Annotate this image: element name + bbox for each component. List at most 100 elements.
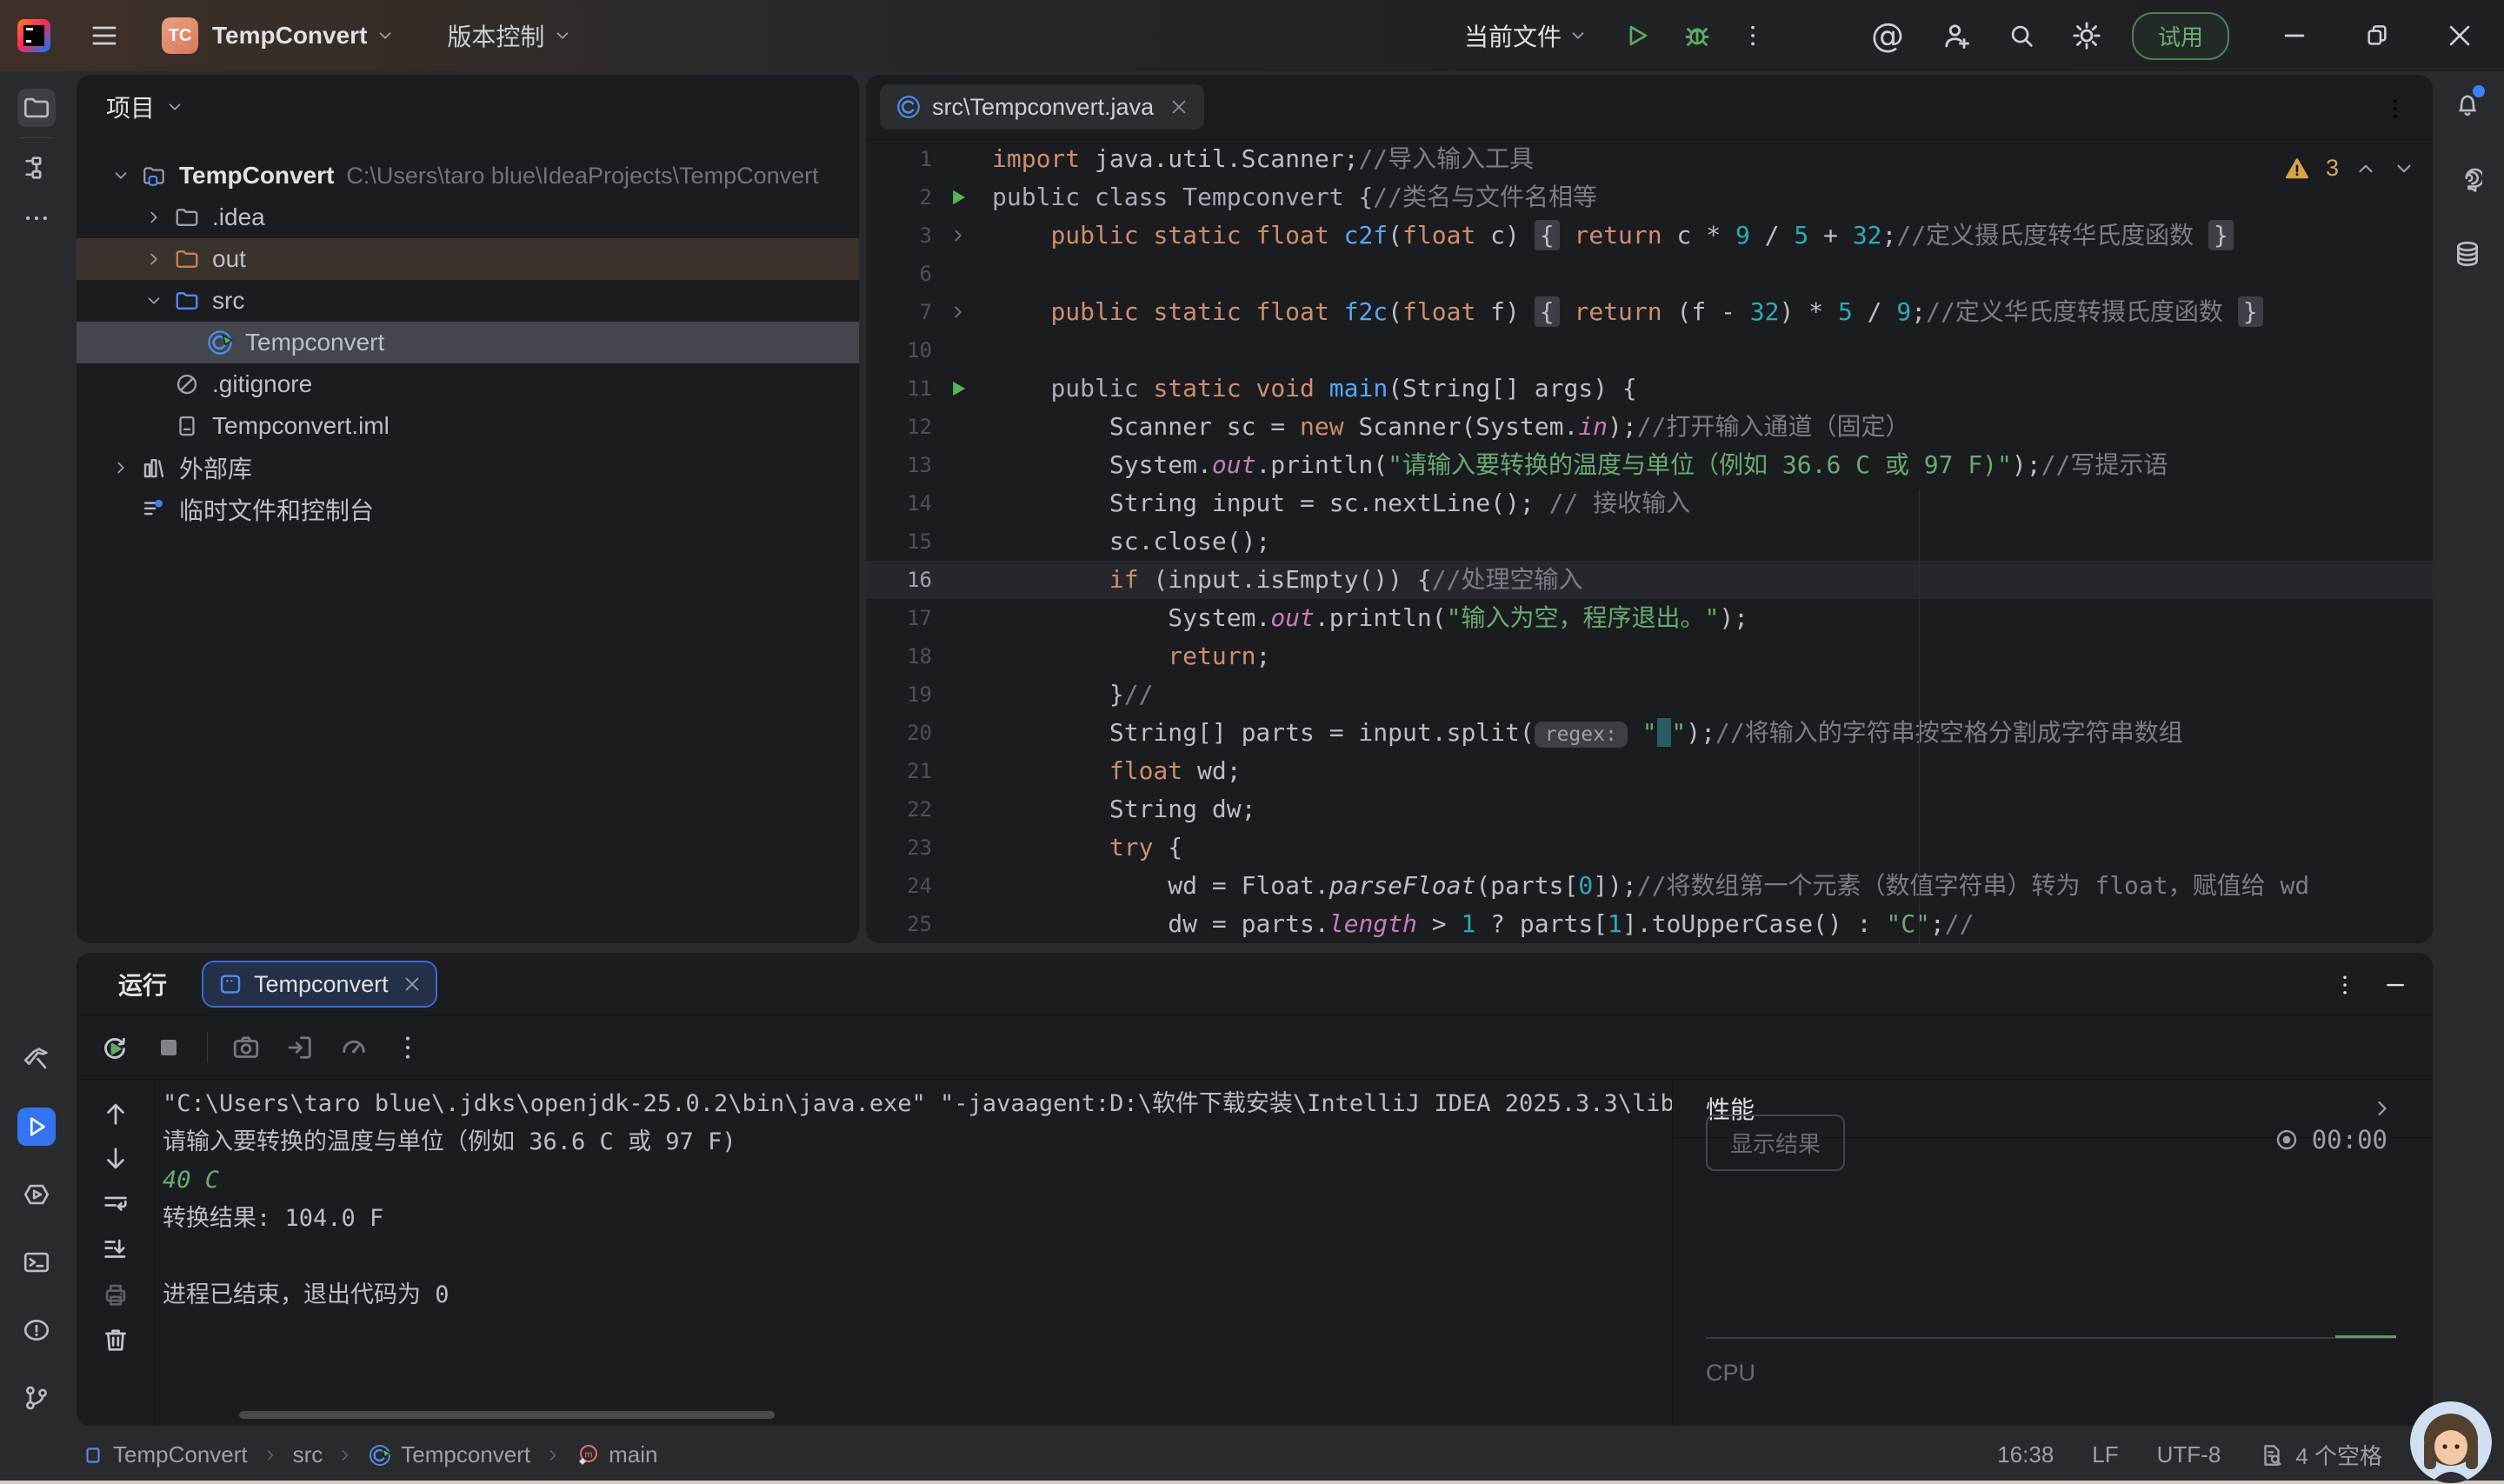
inspections-widget[interactable]: 3 (2284, 155, 2415, 182)
code-line-14[interactable]: 14 String input = sc.nextLine(); // 接收输入 (866, 484, 2433, 522)
caret-position[interactable]: 16:38 (1997, 1441, 2054, 1468)
commit-icon[interactable] (17, 149, 56, 187)
tree-row-idea[interactable]: .idea (77, 196, 859, 238)
console-hscrollbar[interactable] (239, 1411, 775, 1419)
user-avatar[interactable] (2410, 1401, 2492, 1483)
run-gutter-icon[interactable] (941, 178, 976, 216)
code-line-12[interactable]: 12 Scanner sc = new Scanner(System.in);/… (866, 408, 2433, 446)
editor-tab[interactable]: src\Tempconvert.java (880, 84, 1204, 130)
soft-wrap-icon[interactable] (101, 1189, 130, 1219)
chevron-up-icon[interactable] (2354, 157, 2377, 180)
editor-options-kebab-icon[interactable] (2382, 96, 2408, 122)
tree-row-tempconvert[interactable]: Tempconvert (77, 322, 859, 363)
indent-widget[interactable]: 4 个空格 (2259, 1439, 2382, 1471)
project-panel-title[interactable]: 项目 (106, 90, 155, 124)
code-line-20[interactable]: 20 String[] parts = input.split(regex: "… (866, 714, 2433, 752)
debug-button-icon[interactable] (1682, 20, 1713, 51)
run-options-kebab-icon[interactable] (2332, 972, 2358, 998)
breadcrumb-item[interactable]: Tempconvert (368, 1441, 530, 1468)
profiler-icon[interactable] (338, 1032, 370, 1063)
code-line-21[interactable]: 21 float wd; (866, 752, 2433, 790)
code-line-24[interactable]: 24 wd = Float.parseFloat(parts[0]);//将数组… (866, 867, 2433, 905)
code-line-23[interactable]: 23 try { (866, 829, 2433, 867)
breadcrumb-item[interactable]: TempConvert (82, 1441, 248, 1468)
code-line-15[interactable]: 15 sc.close(); (866, 522, 2433, 561)
code-line-18[interactable]: 18 return; (866, 637, 2433, 675)
minimize-icon[interactable] (2280, 21, 2309, 50)
close-tab-icon[interactable] (1169, 97, 1189, 116)
code-line-17[interactable]: 17 System.out.println("输入为空，程序退出。"); (866, 599, 2433, 637)
code-line-3[interactable]: 3 public static float c2f(float c) { ret… (866, 216, 2433, 255)
close-icon[interactable] (2445, 21, 2474, 50)
project-folder-icon[interactable] (17, 89, 56, 127)
hide-panel-icon[interactable] (2382, 972, 2408, 998)
tree-row-[interactable]: 外部库 (77, 447, 859, 489)
code-line-11[interactable]: 11 public static void main(String[] args… (866, 369, 2433, 408)
tree-row-[interactable]: 临时文件和控制台 (77, 489, 859, 530)
run-panel-title[interactable]: 运行 (118, 967, 167, 1002)
code-line-22[interactable]: 22 String dw; (866, 790, 2433, 829)
build-hammer-icon[interactable] (17, 1040, 56, 1078)
show-results-button[interactable]: 显示结果 (1706, 1115, 1845, 1171)
stop-icon[interactable] (153, 1032, 184, 1063)
trash-icon[interactable] (101, 1325, 130, 1354)
run-tab[interactable]: Tempconvert (202, 961, 437, 1008)
arrow-down-icon[interactable] (101, 1144, 130, 1174)
git-branch-icon[interactable] (17, 1379, 56, 1417)
code-line-25[interactable]: 25 dw = parts.length > 1 ? parts[1].toUp… (866, 905, 2433, 943)
main-menu-icon[interactable] (89, 20, 120, 51)
project-badge-icon[interactable]: TC (162, 17, 198, 54)
file-encoding[interactable]: UTF-8 (2157, 1441, 2221, 1468)
camera-icon[interactable] (230, 1032, 262, 1063)
chevron-right-icon[interactable] (104, 458, 137, 477)
tree-row-out[interactable]: out (77, 238, 859, 280)
code-line-7[interactable]: 7 public static float f2c(float f) { ret… (866, 293, 2433, 331)
tree-row-gitignore[interactable]: .gitignore (77, 363, 859, 405)
code-line-10[interactable]: 10 (866, 331, 2433, 369)
attach-icon[interactable] (284, 1032, 316, 1063)
ai-assistant-icon[interactable]: @ (1871, 17, 1904, 55)
code-line-16[interactable]: 16 if (input.isEmpty()) {//处理空输入 (866, 561, 2433, 599)
tree-row-tempconvertiml[interactable]: Tempconvert.iml (77, 405, 859, 447)
console-output[interactable]: "C:\Users\taro blue\.jdks\openjdk-25.0.2… (156, 1080, 1673, 1426)
line-separator[interactable]: LF (2092, 1441, 2118, 1468)
vcs-widget[interactable]: 版本控制 (447, 18, 544, 53)
chevron-right-icon[interactable] (2370, 1096, 2394, 1121)
problems-icon[interactable] (17, 1311, 56, 1349)
kebab-icon[interactable] (392, 1032, 423, 1063)
chevron-down-icon[interactable] (2393, 157, 2415, 180)
code-line-6[interactable]: 6 (866, 255, 2433, 293)
printer-icon[interactable] (101, 1280, 130, 1309)
terminal-icon[interactable] (17, 1243, 56, 1281)
settings-gear-icon[interactable] (2071, 20, 2102, 51)
code-editor[interactable]: 1import java.util.Scanner;//导入输入工具2publi… (866, 140, 2433, 943)
chevron-right-icon[interactable] (137, 250, 170, 269)
run-gutter-icon[interactable] (941, 369, 976, 408)
tree-row-tempconvert[interactable]: TempConvertC:\Users\taro blue\IdeaProjec… (77, 155, 859, 196)
chevron-right-icon[interactable] (137, 208, 170, 227)
code-line-1[interactable]: 1import java.util.Scanner;//导入输入工具 (866, 140, 2433, 178)
code-line-19[interactable]: 19 }// (866, 675, 2433, 714)
fold-gutter-icon[interactable] (941, 216, 976, 255)
tree-row-src[interactable]: src (77, 280, 859, 322)
close-tab-icon[interactable] (403, 975, 422, 994)
breadcrumb-item[interactable]: m main (576, 1441, 657, 1468)
trial-button[interactable]: 试用 (2132, 12, 2229, 60)
run-play-icon[interactable] (17, 1108, 56, 1146)
database-icon[interactable] (2448, 235, 2487, 273)
scroll-end-icon[interactable] (101, 1234, 130, 1264)
more-actions-icon[interactable] (1739, 22, 1767, 50)
run-button-icon[interactable] (1622, 21, 1652, 50)
breadcrumb-item[interactable]: src (293, 1441, 323, 1468)
ai-assistant-icon[interactable] (2448, 160, 2487, 198)
arrow-up-icon[interactable] (101, 1099, 130, 1128)
more-horizontal-icon[interactable] (17, 199, 56, 237)
notifications-icon[interactable] (2448, 85, 2487, 123)
code-line-2[interactable]: 2public class Tempconvert {//类名与文件名相等 (866, 178, 2433, 216)
chevron-down-icon[interactable] (104, 166, 137, 185)
rerun-icon[interactable] (99, 1032, 130, 1063)
services-icon[interactable] (17, 1175, 56, 1214)
code-line-13[interactable]: 13 System.out.println("请输入要转换的温度与单位（例如 3… (866, 446, 2433, 484)
chevron-down-icon[interactable] (137, 291, 170, 310)
restore-icon[interactable] (2363, 22, 2391, 50)
